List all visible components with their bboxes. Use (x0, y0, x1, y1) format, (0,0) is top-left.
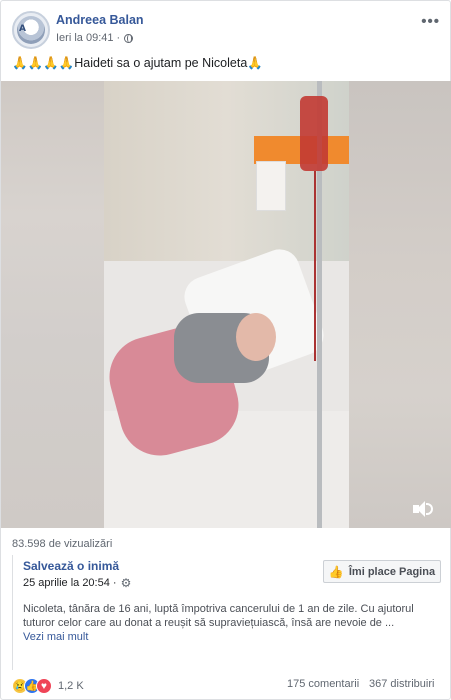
shared-page-date[interactable]: 25 aprilie la 20:54 · (23, 577, 117, 589)
shared-page-box: Salvează o inimă 25 aprilie la 20:54 · ⚙… (12, 555, 441, 670)
volume-icon[interactable] (413, 500, 435, 518)
iv-tube (314, 171, 316, 361)
like-page-label: Îmi place Pagina (348, 565, 436, 578)
shared-page-description: Nicoleta, tânăra de 16 ani, luptă împotr… (23, 603, 414, 629)
volume-icon-cone (417, 501, 425, 517)
comments-count[interactable]: 175 comentarii (287, 678, 359, 690)
love-reaction-icon: ♥ (36, 678, 52, 694)
wall-notice (256, 161, 286, 211)
shared-page-name[interactable]: Salvează o inimă (23, 559, 119, 573)
avatar-initials: A (19, 24, 26, 34)
reactions-count: 1,2 K (58, 680, 84, 692)
author-avatar[interactable]: A (12, 11, 50, 49)
see-more-link[interactable]: Vezi mai mult (23, 631, 88, 643)
video-player[interactable] (1, 81, 451, 528)
author-name[interactable]: Andreea Balan (56, 13, 144, 27)
view-count: 83.598 de vizualizări (12, 538, 113, 550)
volume-icon-wave (426, 503, 433, 515)
patient-head (236, 313, 276, 361)
video-blur-left (1, 81, 104, 528)
thumbs-up-icon: 👍 (328, 564, 344, 579)
shares-count[interactable]: 367 distribuiri (369, 678, 434, 690)
post-meta: Ieri la 09:41 · (56, 32, 134, 44)
like-page-button[interactable]: 👍 Îmi place Pagina (323, 560, 441, 583)
reactions-summary[interactable]: 😢 👍 ♥ 1,2 K (12, 677, 84, 695)
post-card: A Andreea Balan Ieri la 09:41 · ••• 🙏🙏🙏🙏… (0, 0, 451, 700)
iv-bag (300, 96, 328, 171)
post-text: 🙏🙏🙏🙏Haideti sa o ajutam pe Nicoleta🙏 (12, 56, 263, 70)
globe-icon[interactable] (124, 33, 134, 43)
video-frame (104, 81, 349, 528)
shared-page-meta: 25 aprilie la 20:54 · ⚙ (23, 576, 131, 590)
more-options-button[interactable]: ••• (421, 13, 440, 30)
video-blur-right (349, 81, 451, 528)
gear-icon[interactable]: ⚙ (121, 576, 132, 590)
post-time[interactable]: Ieri la 09:41 · (56, 32, 120, 44)
post-header: A Andreea Balan Ieri la 09:41 · ••• (12, 11, 440, 51)
